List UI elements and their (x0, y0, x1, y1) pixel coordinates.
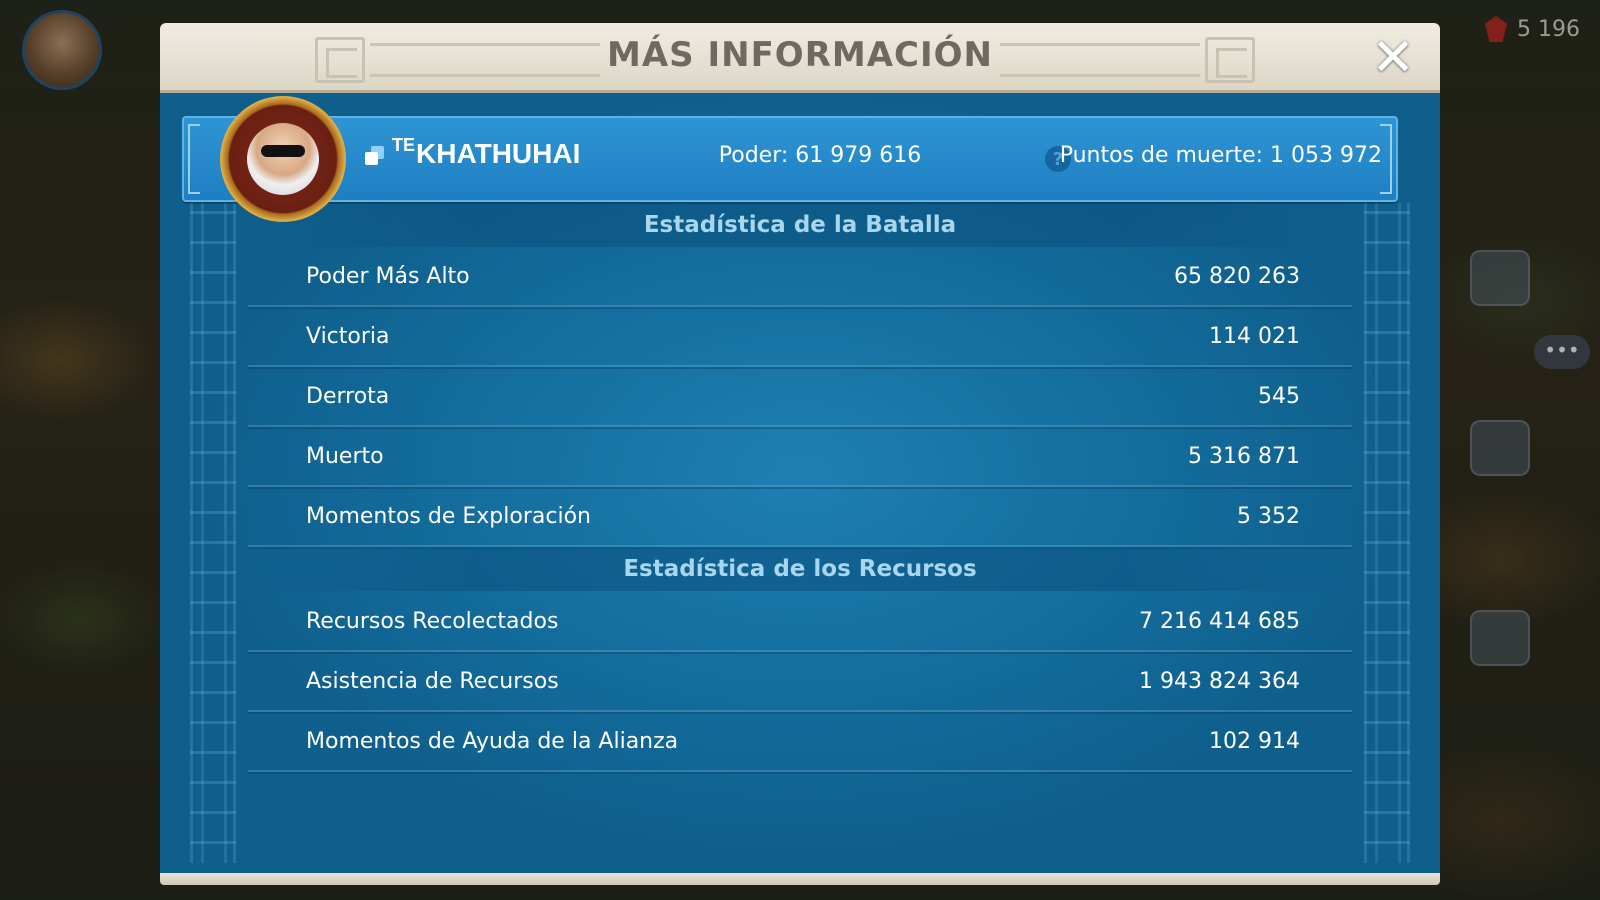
stat-label: Derrota (306, 383, 390, 409)
gem-count: 5 196 (1517, 16, 1580, 42)
battle-stats-heading: Estadística de la Batalla (248, 203, 1352, 247)
stat-row: Poder Más Alto 65 820 263 (248, 247, 1352, 309)
stat-value: 5 352 (1237, 503, 1300, 529)
stat-value: 545 (1258, 383, 1300, 409)
close-icon: ✕ (1371, 28, 1415, 88)
stat-label: Victoria (306, 323, 390, 349)
side-button-1 (1470, 250, 1530, 306)
stat-label: Momentos de Exploración (306, 503, 591, 529)
stat-row: Recursos Recolectados 7 216 414 685 (248, 592, 1352, 654)
stat-label: Recursos Recolectados (306, 608, 559, 634)
dialog-title: MÁS INFORMACIÓN (607, 35, 993, 75)
more-info-dialog: MÁS INFORMACIÓN ✕ Estadística de la Bata… (160, 23, 1440, 885)
greek-border-left (190, 203, 236, 863)
side-button-3 (1470, 610, 1530, 666)
gem-icon (1485, 16, 1508, 42)
resource-stats-heading: Estadística de los Recursos (248, 547, 1352, 591)
stat-row: Muerto 5 316 871 (248, 427, 1352, 489)
close-button[interactable]: ✕ (1368, 28, 1418, 88)
dialog-body: Estadística de la Batalla Poder Más Alto… (160, 93, 1440, 873)
stat-label: Muerto (306, 443, 384, 469)
stat-value: 114 021 (1209, 323, 1300, 349)
stat-label: Poder Más Alto (306, 263, 470, 289)
gem-counter: 5 196 (1485, 16, 1580, 42)
stat-row: Momentos de Ayuda de la Alianza 102 914 (248, 712, 1352, 774)
chat-bubble-icon: ••• (1534, 335, 1590, 369)
death-points: Puntos de muerte: 1 053 972 (1059, 143, 1382, 168)
governor-portrait (22, 10, 102, 90)
stat-row: Derrota 545 (248, 367, 1352, 429)
stat-value: 7 216 414 685 (1139, 608, 1300, 634)
stat-value: 102 914 (1209, 728, 1300, 754)
dialog-header: MÁS INFORMACIÓN ✕ (160, 23, 1440, 93)
stat-value: 1 943 824 364 (1139, 668, 1300, 694)
stat-label: Momentos de Ayuda de la Alianza (306, 728, 679, 754)
stat-row: Asistencia de Recursos 1 943 824 364 (248, 652, 1352, 714)
stat-value: 5 316 871 (1188, 443, 1300, 469)
stat-label: Asistencia de Recursos (306, 668, 559, 694)
greek-border-right (1364, 203, 1410, 863)
stat-row: Momentos de Exploración 5 352 (248, 487, 1352, 549)
dialog-footer (160, 873, 1440, 885)
stat-row: Victoria 114 021 (248, 307, 1352, 369)
stat-value: 65 820 263 (1174, 263, 1300, 289)
side-button-2 (1470, 420, 1530, 476)
